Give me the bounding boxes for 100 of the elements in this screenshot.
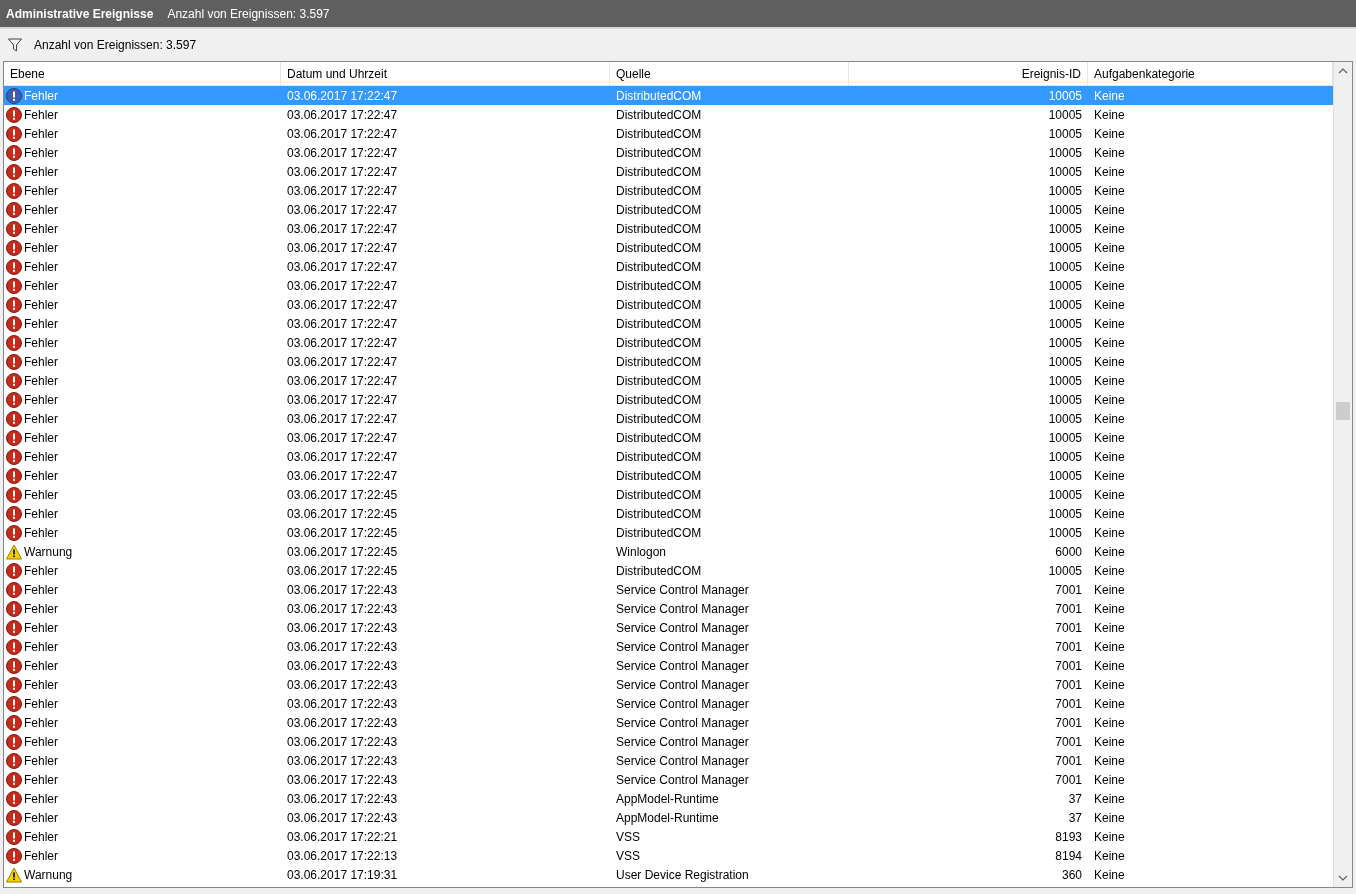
scroll-down-icon[interactable]: [1338, 873, 1348, 883]
event-row[interactable]: Fehler 03.06.2017 17:22:47 DistributedCOM 10005 Keine: [4, 371, 1333, 390]
table-cell: Fehler: [24, 335, 58, 350]
table-cell-text: 03.06.2017 17:22:43: [286, 715, 399, 730]
error-icon: [6, 467, 22, 484]
table-cell-text: DistributedCOM: [615, 145, 703, 160]
table-cell: Warnung: [24, 867, 73, 882]
table-cell-text: 8194: [1054, 848, 1083, 863]
event-row[interactable]: Fehler 03.06.2017 17:22:13 VSS 8194 Keine: [4, 846, 1333, 865]
table-cell-text: Keine: [1093, 772, 1126, 787]
table-cell-text: 03.06.2017 17:22:43: [286, 696, 399, 711]
table-cell-text: DistributedCOM: [615, 563, 703, 578]
table-cell: Fehler: [24, 411, 58, 426]
column-header[interactable]: Quelle: [610, 62, 849, 85]
event-row[interactable]: Fehler 03.06.2017 17:22:47 DistributedCOM 10005 Keine: [4, 143, 1333, 162]
table-cell-text: 03.06.2017 17:22:47: [286, 259, 399, 274]
event-row[interactable]: Fehler 03.06.2017 17:22:45 DistributedCOM 10005 Keine: [4, 485, 1333, 504]
event-count: Anzahl von Ereignissen: 3.597: [167, 6, 330, 21]
event-row[interactable]: Warnung 03.06.2017 17:19:31 User Device Registration 360 Keine: [4, 865, 1333, 884]
error-icon: [6, 182, 22, 199]
event-row[interactable]: Fehler 03.06.2017 17:22:45 DistributedCOM 10005 Keine: [4, 523, 1333, 542]
table-cell-text: 10005: [1047, 221, 1083, 236]
table-cell-text: 37: [1067, 810, 1083, 825]
event-row[interactable]: Fehler 03.06.2017 17:22:47 DistributedCOM 10005 Keine: [4, 314, 1333, 333]
error-icon: [6, 581, 22, 598]
event-row[interactable]: Fehler 03.06.2017 17:22:45 DistributedCOM 10005 Keine: [4, 504, 1333, 523]
error-icon: [6, 657, 22, 674]
event-row[interactable]: Fehler 03.06.2017 17:22:43 Service Control Manager 7001 Keine: [4, 618, 1333, 637]
event-row[interactable]: Fehler 03.06.2017 17:22:43 Service Control Manager 7001 Keine: [4, 713, 1333, 732]
table-cell-text: Keine: [1093, 449, 1126, 464]
event-row[interactable]: Fehler 03.06.2017 17:22:43 Service Control Manager 7001 Keine: [4, 599, 1333, 618]
event-row[interactable]: Fehler 03.06.2017 17:22:47 DistributedCOM 10005 Keine: [4, 390, 1333, 409]
event-row[interactable]: Fehler 03.06.2017 17:22:43 Service Control Manager 7001 Keine: [4, 656, 1333, 675]
event-row[interactable]: Fehler 03.06.2017 17:22:47 DistributedCOM 10005 Keine: [4, 238, 1333, 257]
event-row[interactable]: Fehler 03.06.2017 17:22:47 DistributedCOM 10005 Keine: [4, 200, 1333, 219]
table-cell-text: 10005: [1047, 107, 1083, 122]
event-row[interactable]: Fehler 03.06.2017 17:22:47 DistributedCOM 10005 Keine: [4, 295, 1333, 314]
event-row[interactable]: Fehler 03.06.2017 17:22:47 DistributedCOM 10005 Keine: [4, 428, 1333, 447]
table-cell-text: 03.06.2017 17:22:47: [286, 335, 399, 350]
filter-icon[interactable]: [8, 38, 22, 52]
error-icon: [6, 562, 22, 579]
table-cell-text: DistributedCOM: [615, 468, 703, 483]
event-row[interactable]: Fehler 03.06.2017 17:22:43 Service Control Manager 7001 Keine: [4, 675, 1333, 694]
event-row[interactable]: Fehler 03.06.2017 17:22:43 Service Control Manager 7001 Keine: [4, 637, 1333, 656]
error-icon: [6, 619, 22, 636]
scroll-up-icon[interactable]: [1338, 66, 1348, 76]
table-cell: Fehler: [24, 696, 58, 711]
event-row[interactable]: Fehler 03.06.2017 17:22:47 DistributedCOM 10005 Keine: [4, 409, 1333, 428]
table-cell-text: Winlogon: [615, 544, 668, 559]
table-cell-text: 10005: [1047, 373, 1083, 388]
event-row[interactable]: Fehler 03.06.2017 17:22:43 AppModel-Runtime 37 Keine: [4, 789, 1333, 808]
event-row[interactable]: Fehler 03.06.2017 17:22:43 Service Control Manager 7001 Keine: [4, 694, 1333, 713]
event-row[interactable]: Fehler 03.06.2017 17:22:47 DistributedCOM 10005 Keine: [4, 447, 1333, 466]
table-cell-text: 03.06.2017 17:22:47: [286, 392, 399, 407]
event-row[interactable]: Warnung 03.06.2017 17:22:45 Winlogon 6000 Keine: [4, 542, 1333, 561]
table-cell-text: DistributedCOM: [615, 430, 703, 445]
event-row[interactable]: Fehler 03.06.2017 17:22:45 DistributedCOM 10005 Keine: [4, 561, 1333, 580]
event-row[interactable]: Fehler 03.06.2017 17:22:47 DistributedCOM 10005 Keine: [4, 105, 1333, 124]
column-header[interactable]: Ebene: [4, 62, 281, 85]
event-row[interactable]: Fehler 03.06.2017 17:22:47 DistributedCOM 10005 Keine: [4, 219, 1333, 238]
event-row[interactable]: Fehler 03.06.2017 17:22:43 Service Control Manager 7001 Keine: [4, 751, 1333, 770]
table-cell-text: 03.06.2017 17:22:47: [286, 411, 399, 426]
event-row[interactable]: Fehler 03.06.2017 17:22:43 Service Control Manager 7001 Keine: [4, 770, 1333, 789]
table-cell-text: 10005: [1047, 126, 1083, 141]
event-row[interactable]: Fehler 03.06.2017 17:22:47 DistributedCOM 10005 Keine: [4, 352, 1333, 371]
table-cell-text: Keine: [1093, 677, 1126, 692]
table-cell-text: 10005: [1047, 88, 1083, 103]
table-cell-text: Keine: [1093, 126, 1126, 141]
table-cell: Fehler: [24, 297, 58, 312]
scrollbar[interactable]: [1333, 62, 1352, 887]
table-cell-text: Keine: [1093, 848, 1126, 863]
table-cell: Fehler: [24, 582, 58, 597]
table-cell-text: 03.06.2017 17:22:47: [286, 430, 399, 445]
event-row[interactable]: Fehler 03.06.2017 17:22:47 DistributedCOM 10005 Keine: [4, 333, 1333, 352]
table-cell: Fehler: [24, 126, 58, 141]
event-row[interactable]: Fehler 03.06.2017 17:22:47 DistributedCOM 10005 Keine: [4, 162, 1333, 181]
event-row[interactable]: Fehler 03.06.2017 17:22:47 DistributedCOM 10005 Keine: [4, 257, 1333, 276]
table-cell-text: User Device Registration: [615, 867, 750, 882]
table-cell-text: DistributedCOM: [615, 278, 703, 293]
error-icon: [6, 486, 22, 503]
event-row[interactable]: Fehler 03.06.2017 17:22:43 Service Control Manager 7001 Keine: [4, 732, 1333, 751]
scroll-thumb[interactable]: [1336, 402, 1350, 420]
table-cell-text: Keine: [1093, 525, 1126, 540]
event-row[interactable]: Fehler 03.06.2017 17:22:47 DistributedCOM 10005 Keine: [4, 124, 1333, 143]
event-row[interactable]: Fehler 03.06.2017 17:22:47 DistributedCOM 10005 Keine: [4, 466, 1333, 485]
view-title: Administrative Ereignisse: [6, 6, 154, 21]
event-row[interactable]: Fehler 03.06.2017 17:22:21 VSS 8193 Keine: [4, 827, 1333, 846]
table-cell: Fehler: [24, 810, 58, 825]
column-header[interactable]: Datum und Uhrzeit: [281, 62, 610, 85]
table-cell-text: DistributedCOM: [615, 88, 703, 103]
table-cell-text: Keine: [1093, 715, 1126, 730]
event-row[interactable]: Fehler 03.06.2017 17:22:43 Service Control Manager 7001 Keine: [4, 580, 1333, 599]
error-icon: [6, 334, 22, 351]
table-cell-text: 7001: [1054, 639, 1083, 654]
column-header[interactable]: Ereignis-ID: [849, 62, 1088, 85]
table-cell: Fehler: [24, 848, 58, 863]
event-row[interactable]: Fehler 03.06.2017 17:22:43 AppModel-Runtime 37 Keine: [4, 808, 1333, 827]
event-row[interactable]: Fehler 03.06.2017 17:22:47 DistributedCOM 10005 Keine: [4, 276, 1333, 295]
event-row[interactable]: Fehler 03.06.2017 17:22:47 DistributedCOM 10005 Keine: [4, 181, 1333, 200]
table-cell-text: 03.06.2017 17:22:47: [286, 145, 399, 160]
